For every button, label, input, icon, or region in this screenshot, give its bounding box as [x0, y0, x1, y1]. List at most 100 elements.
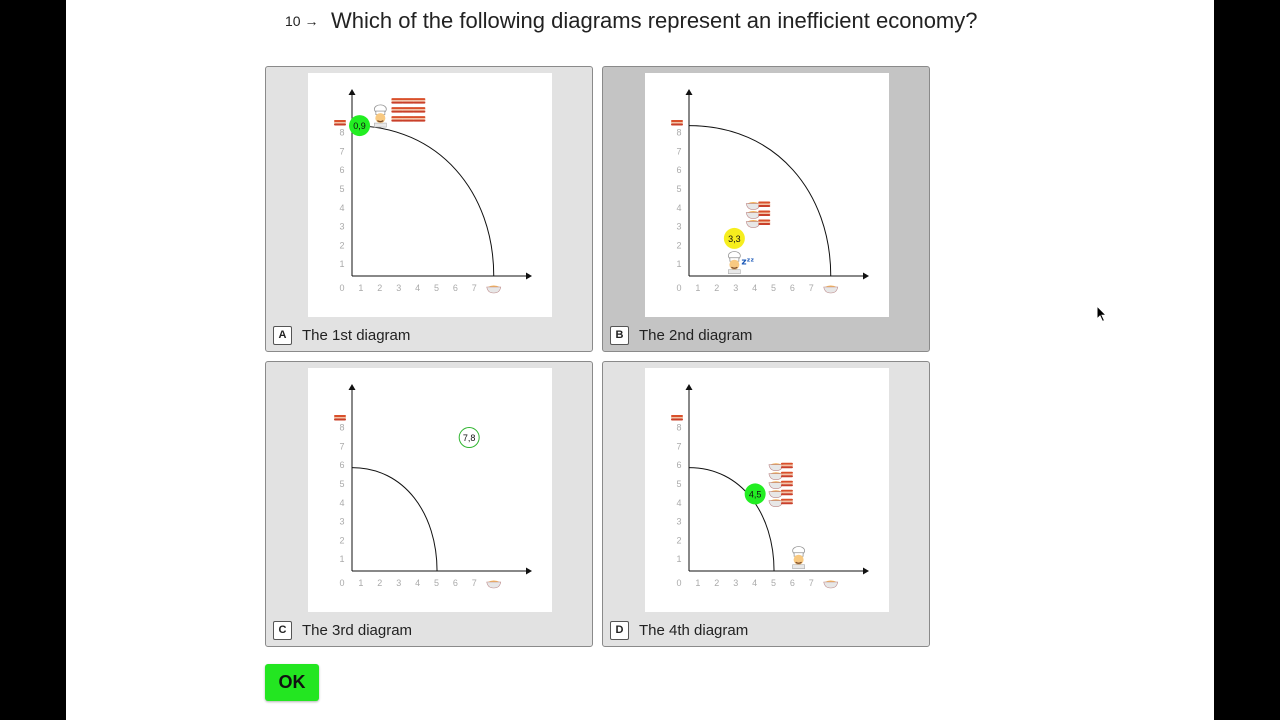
x-axis-arrow-icon [863, 272, 869, 280]
x-tick-label: 7 [809, 283, 814, 293]
choice-label-a: The 1st diagram [302, 327, 411, 344]
x-tick-label: 1 [358, 283, 363, 293]
x-tick-label: 6 [790, 283, 795, 293]
bowl-icon [823, 285, 839, 294]
bacon-icon [758, 219, 771, 226]
y-tick-label: 4 [339, 498, 344, 508]
bowl-icon [823, 580, 839, 589]
x-tick-label: 0 [676, 578, 681, 588]
y-tick-label: 6 [339, 460, 344, 470]
choice-key-b: B [610, 326, 629, 345]
x-tick-label: 1 [358, 578, 363, 588]
y-tick-label: 3 [676, 222, 681, 232]
x-tick-label: 5 [434, 578, 439, 588]
x-tick-label: 7 [809, 578, 814, 588]
y-tick-label: 6 [676, 460, 681, 470]
bowl-icon [768, 490, 784, 499]
sleeping-chef-icon: zᶻᶻ [727, 251, 754, 275]
y-tick-label: 2 [676, 240, 681, 250]
ppf-curve [351, 467, 438, 572]
bacon-icon [402, 116, 415, 122]
mouse-cursor-icon [1096, 305, 1108, 323]
x-tick-label: 3 [396, 283, 401, 293]
chef-icon [373, 104, 387, 128]
x-axis-arrow-icon [863, 567, 869, 575]
choice-d[interactable]: 0 1 2 3 4 5 6 7 1 2 3 4 5 6 7 8 4,5 D The 4th diagram [602, 361, 930, 647]
x-tick-label: 0 [339, 283, 344, 293]
bowl-icon [745, 211, 761, 219]
ppf-curve [688, 467, 775, 572]
bacon-icon [391, 116, 404, 122]
data-point-label: 4,5 [749, 489, 762, 499]
y-tick-label: 7 [676, 146, 681, 156]
data-point-label: 0,9 [353, 121, 366, 131]
bacon-icon [391, 98, 404, 104]
choice-a[interactable]: 0 1 2 3 4 5 6 7 1 2 3 4 5 6 7 8 0,9 A The 1st diagram [265, 66, 593, 352]
y-tick-label: 4 [676, 498, 681, 508]
x-tick-label: 0 [339, 578, 344, 588]
choice-label-b: The 2nd diagram [639, 327, 753, 344]
y-tick-label: 4 [676, 203, 681, 213]
x-tick-label: 4 [415, 578, 420, 588]
choice-label-d: The 4th diagram [639, 622, 749, 639]
y-tick-label: 8 [339, 128, 344, 138]
x-tick-label: 4 [752, 283, 757, 293]
bowl-icon [768, 472, 784, 481]
bowl-icon [486, 580, 502, 589]
y-tick-label: 3 [676, 517, 681, 527]
choice-key-a: A [273, 326, 292, 345]
x-tick-label: 1 [695, 578, 700, 588]
bacon-icon [391, 107, 404, 113]
zzz-icon: zᶻᶻ [741, 258, 754, 268]
ppf-curve [351, 125, 495, 277]
ppf-chart-c: 0 1 2 3 4 5 6 7 1 2 3 4 5 6 7 8 7,8 [334, 384, 532, 589]
ppf-chart-d: 0 1 2 3 4 5 6 7 1 2 3 4 5 6 7 8 4,5 [671, 384, 869, 589]
y-tick-label: 2 [676, 535, 681, 545]
ppf-curve [688, 125, 832, 277]
x-tick-label: 6 [790, 578, 795, 588]
choice-key-d: D [610, 621, 629, 640]
y-tick-label: 1 [676, 259, 681, 269]
bacon-icon [671, 120, 683, 126]
bacon-icon [758, 210, 771, 217]
bowl-icon [745, 220, 761, 228]
ok-button[interactable]: OK [265, 664, 319, 701]
x-axis-arrow-icon [526, 567, 532, 575]
y-axis-arrow-icon [348, 384, 356, 390]
bacon-icon [758, 201, 771, 208]
bacon-icon [671, 415, 683, 421]
x-axis-arrow-icon [526, 272, 532, 280]
x-tick-label: 2 [377, 578, 382, 588]
x-tick-label: 7 [472, 283, 477, 293]
x-tick-label: 2 [714, 578, 719, 588]
bacon-icon [413, 116, 426, 122]
bowl-icon [745, 202, 761, 210]
y-tick-label: 2 [339, 240, 344, 250]
y-tick-label: 5 [339, 479, 344, 489]
y-tick-label: 8 [676, 128, 681, 138]
x-tick-label: 6 [453, 283, 458, 293]
choice-key-c: C [273, 621, 292, 640]
x-tick-label: 1 [695, 283, 700, 293]
data-point-label: 7,8 [463, 433, 476, 443]
bacon-icon [413, 98, 426, 104]
x-tick-label: 3 [733, 283, 738, 293]
bacon-icon [402, 107, 415, 113]
x-tick-label: 4 [752, 578, 757, 588]
y-tick-label: 7 [339, 441, 344, 451]
choice-label-c: The 3rd diagram [302, 622, 413, 639]
diagram-d: 0 1 2 3 4 5 6 7 1 2 3 4 5 6 7 8 4,5 [645, 368, 889, 612]
bacon-icon [780, 498, 793, 505]
y-axis-arrow-icon [685, 384, 693, 390]
bowl-icon [768, 481, 784, 490]
y-tick-label: 5 [339, 184, 344, 194]
choice-b[interactable]: 0 1 2 3 4 5 6 7 1 2 3 4 5 6 7 8 zᶻᶻ 3,3 B The 2nd diagram [602, 66, 930, 352]
diagram-a: 0 1 2 3 4 5 6 7 1 2 3 4 5 6 7 8 0,9 [308, 73, 552, 317]
bowl-icon [486, 285, 502, 294]
bacon-icon [780, 462, 793, 469]
bacon-icon [402, 98, 415, 104]
y-axis-arrow-icon [685, 89, 693, 95]
y-tick-label: 8 [676, 423, 681, 433]
diagram-c: 0 1 2 3 4 5 6 7 1 2 3 4 5 6 7 8 7,8 [308, 368, 552, 612]
choice-c[interactable]: 0 1 2 3 4 5 6 7 1 2 3 4 5 6 7 8 7,8 C The 3rd diagram [265, 361, 593, 647]
